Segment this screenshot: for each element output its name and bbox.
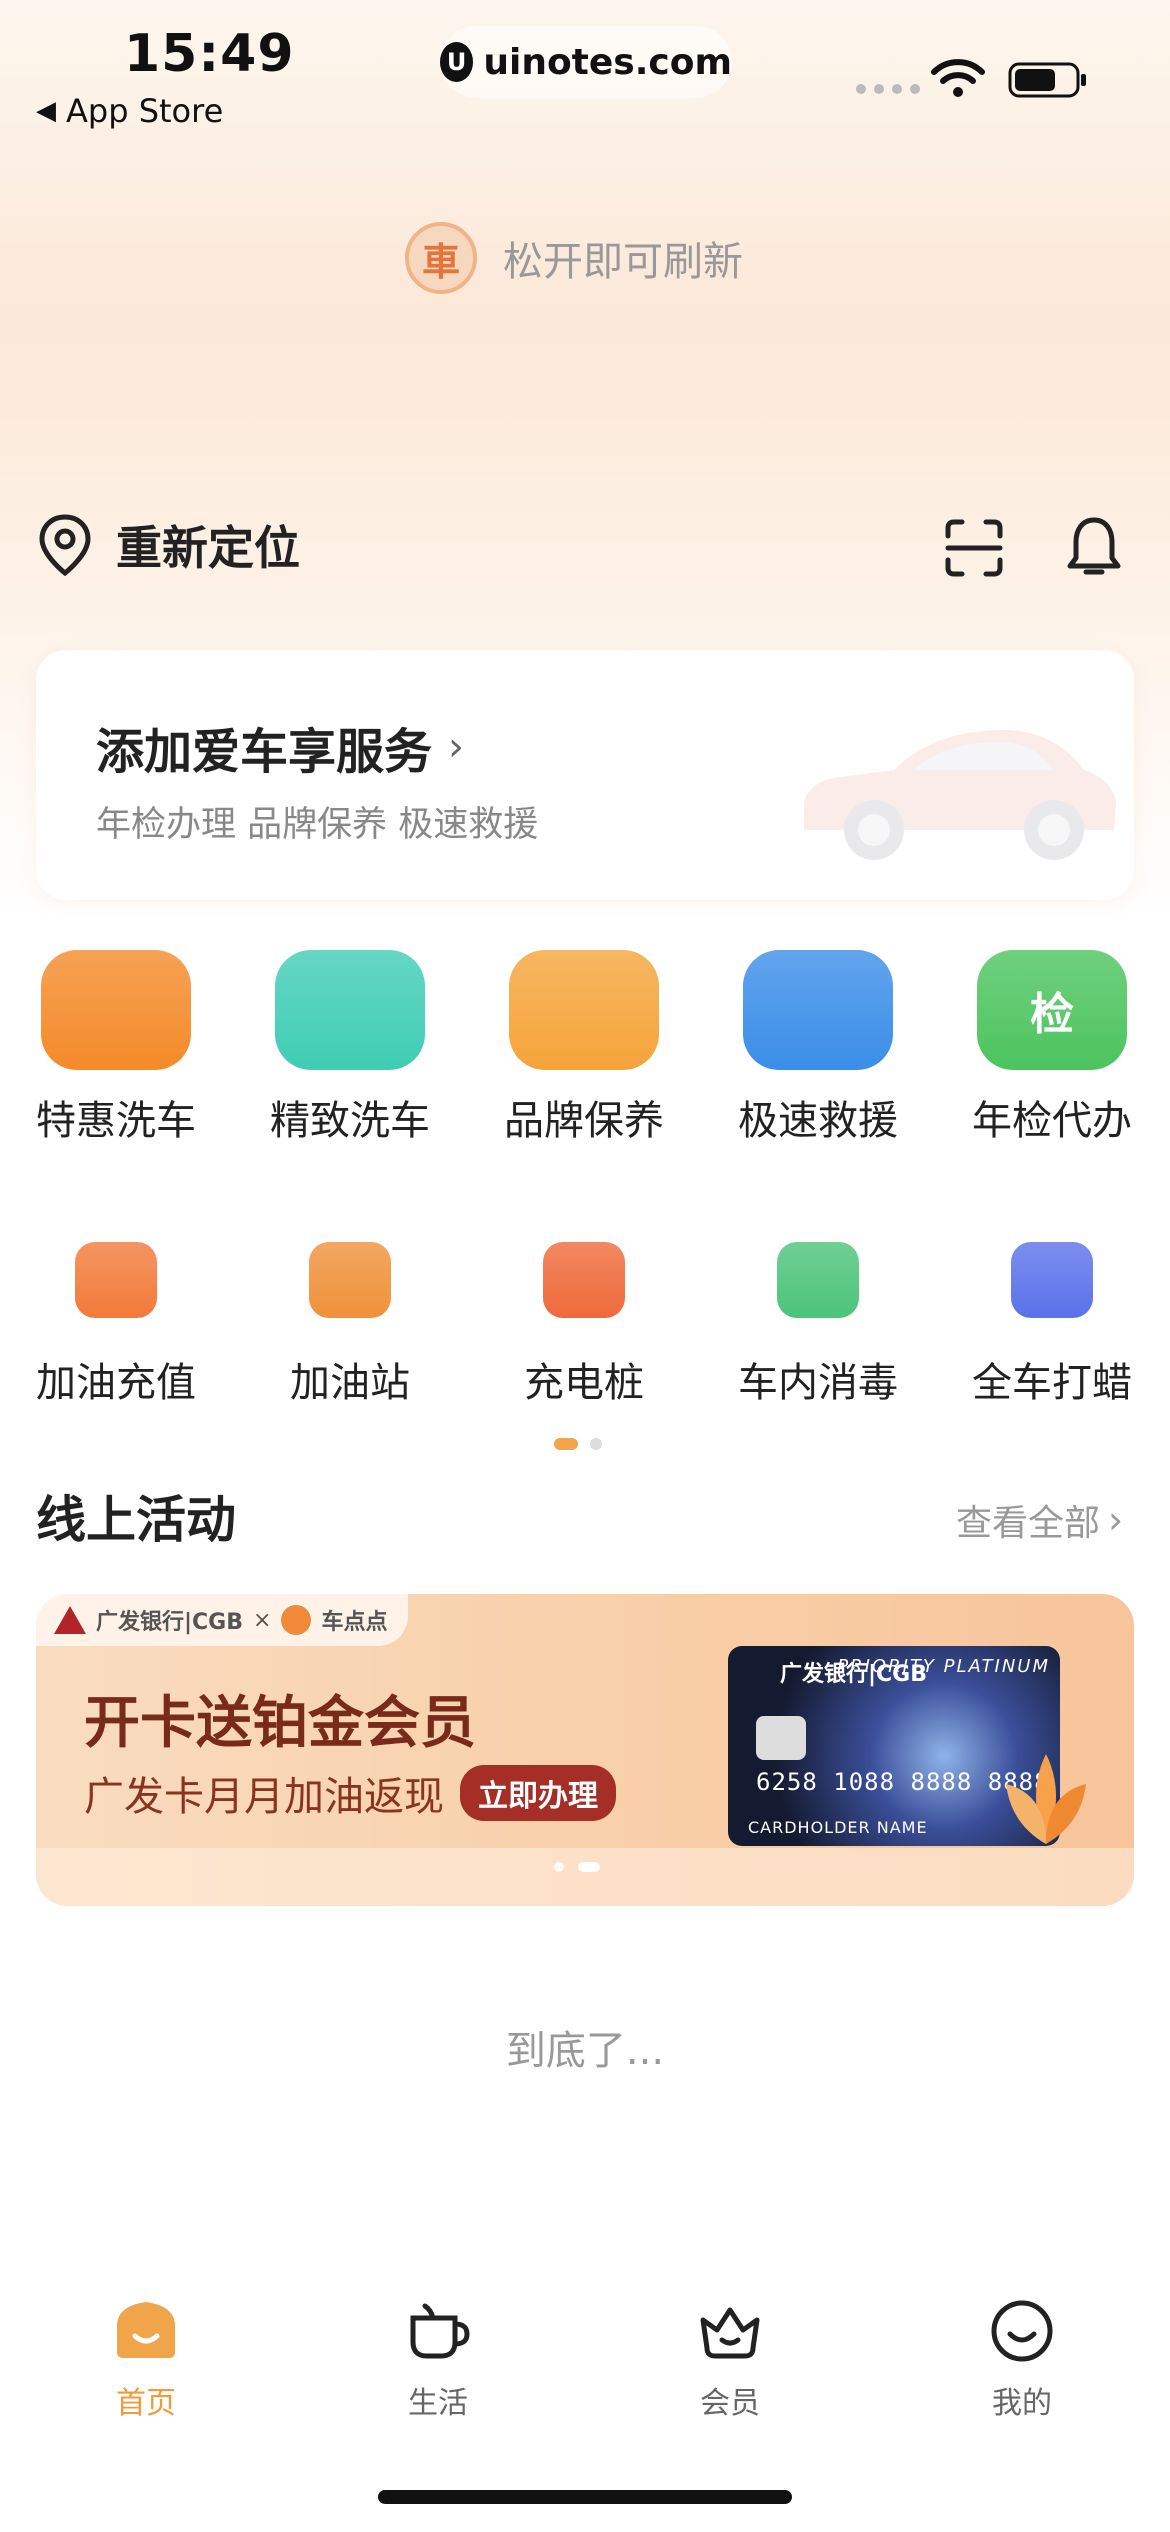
car-illustration-icon xyxy=(803,730,1116,860)
refresh-text: 松开即可刷新 xyxy=(503,239,743,285)
chevron-right-icon: › xyxy=(1108,1498,1124,1542)
service-7[interactable]: 加油站 xyxy=(233,1232,467,1408)
url-text: uinotes.com xyxy=(483,41,732,83)
smile-icon xyxy=(991,2300,1053,2362)
gas-station-icon xyxy=(309,1242,391,1318)
tab-label: 会员 xyxy=(700,2386,760,2421)
car-wash-drop-icon xyxy=(41,950,191,1070)
tab-3[interactable]: 会员 xyxy=(660,2296,800,2422)
section-title: 线上活动 xyxy=(36,1491,236,1549)
view-all-label: 查看全部 xyxy=(956,1503,1101,1544)
charging-pile-icon xyxy=(543,1242,625,1318)
url-pill[interactable]: U uinotes.com xyxy=(440,26,732,98)
signal-icon xyxy=(856,84,920,94)
pull-refresh-indicator: 車 松开即可刷新 xyxy=(405,222,743,294)
tab-label: 生活 xyxy=(408,2386,468,2421)
app-logo-icon: 車 xyxy=(405,222,477,294)
service-10[interactable]: 全车打蜡 xyxy=(935,1232,1169,1408)
home-icon xyxy=(117,2302,175,2358)
battery-icon xyxy=(1008,62,1086,98)
service-label: 充电桩 xyxy=(524,1360,644,1406)
inspection-icon: 检 xyxy=(977,950,1127,1070)
service-6[interactable]: 加油充值 xyxy=(0,1232,233,1408)
tab-1[interactable]: 首页 xyxy=(76,2296,216,2422)
promo-banner[interactable]: 广发银行|CGB × 车点点 开卡送铂金会员 广发卡月月加油返现 立即办理 广发… xyxy=(36,1594,1134,1906)
add-car-subtitle: 年检办理 品牌保养 极速救援 xyxy=(96,805,539,845)
tab-label: 我的 xyxy=(992,2386,1052,2421)
cup-icon xyxy=(410,2303,470,2359)
banner-subtitle: 广发卡月月加油返现 xyxy=(84,1774,444,1820)
tab-4[interactable]: 我的 xyxy=(952,2296,1092,2422)
view-all-link[interactable]: 查看全部 › xyxy=(956,1494,1123,1546)
add-car-title-row: 添加爱车享服务 › xyxy=(96,712,464,782)
partner-app: 车点点 xyxy=(321,1610,388,1635)
service-8[interactable]: 充电桩 xyxy=(467,1232,701,1408)
chevron-right-icon: › xyxy=(448,724,465,770)
service-label: 车内消毒 xyxy=(738,1360,898,1406)
tab-2[interactable]: 生活 xyxy=(368,2296,508,2422)
crown-basket-icon xyxy=(700,2307,760,2359)
car-wash-sparkle-icon xyxy=(275,950,425,1070)
service-label: 年检代办 xyxy=(972,1098,1132,1144)
relocate-label: 重新定位 xyxy=(116,521,300,575)
disinfect-spray-icon xyxy=(777,1242,859,1318)
tab-label: 首页 xyxy=(116,2386,176,2421)
service-9[interactable]: 车内消毒 xyxy=(701,1232,935,1408)
service-label: 加油站 xyxy=(290,1360,410,1406)
service-1[interactable]: 特惠洗车 xyxy=(0,950,233,1146)
service-label: 特惠洗车 xyxy=(36,1098,196,1144)
bank-logo-icon xyxy=(54,1606,86,1634)
status-time: 15:49 xyxy=(124,24,295,84)
partner-tag: 广发银行|CGB × 车点点 xyxy=(36,1594,408,1646)
relocate-button[interactable]: 重新定位 xyxy=(36,512,300,578)
app-partner-logo-icon xyxy=(281,1605,312,1635)
service-3[interactable]: 品牌保养 xyxy=(467,950,701,1146)
wax-icon xyxy=(1011,1242,1093,1318)
card-tier: PRIORITY PLATINUM xyxy=(837,1656,1050,1677)
add-car-card[interactable]: 添加爱车享服务 › 年检办理 品牌保养 极速救援 xyxy=(36,650,1134,900)
site-logo-icon: U xyxy=(440,42,474,82)
card-chip-icon xyxy=(756,1716,806,1760)
service-label: 品牌保养 xyxy=(504,1098,664,1144)
back-label: App Store xyxy=(66,92,224,130)
location-pin-icon xyxy=(39,514,91,577)
back-arrow-icon: ◀ xyxy=(36,96,56,126)
service-label: 精致洗车 xyxy=(270,1098,430,1144)
service-4[interactable]: 极速救援 xyxy=(701,950,935,1146)
add-car-title: 添加爱车享服务 xyxy=(96,724,433,780)
notification-bell-icon[interactable] xyxy=(1064,514,1124,580)
maintenance-icon xyxy=(509,950,659,1070)
banner-footer xyxy=(36,1848,1134,1906)
service-5[interactable]: 检年检代办 xyxy=(935,950,1169,1146)
wifi-icon xyxy=(931,59,985,97)
apply-now-button[interactable]: 立即办理 xyxy=(460,1765,616,1821)
card-holder: CARDHOLDER NAME xyxy=(748,1818,928,1837)
back-to-app-store[interactable]: ◀ App Store xyxy=(36,92,223,130)
scan-icon[interactable] xyxy=(944,518,1004,578)
warning-triangle-icon xyxy=(743,950,893,1070)
service-label: 加油充值 xyxy=(36,1360,196,1406)
page-indicator xyxy=(554,1438,602,1450)
banner-subtitle-row: 广发卡月月加油返现 立即办理 xyxy=(84,1764,616,1822)
end-of-list-text: 到底了... xyxy=(505,2028,665,2074)
banner-title: 开卡送铂金会员 xyxy=(84,1691,476,1756)
service-2[interactable]: 精致洗车 xyxy=(233,950,467,1146)
service-label: 极速救援 xyxy=(738,1098,898,1144)
partner-x: × xyxy=(253,1607,272,1633)
home-indicator xyxy=(378,2490,792,2504)
partner-bank: 广发银行|CGB xyxy=(96,1610,244,1635)
banner-page-indicator xyxy=(554,1862,600,1872)
fuel-card-icon xyxy=(75,1242,157,1318)
service-label: 全车打蜡 xyxy=(972,1360,1132,1406)
flower-decoration-icon xyxy=(1006,1754,1086,1844)
